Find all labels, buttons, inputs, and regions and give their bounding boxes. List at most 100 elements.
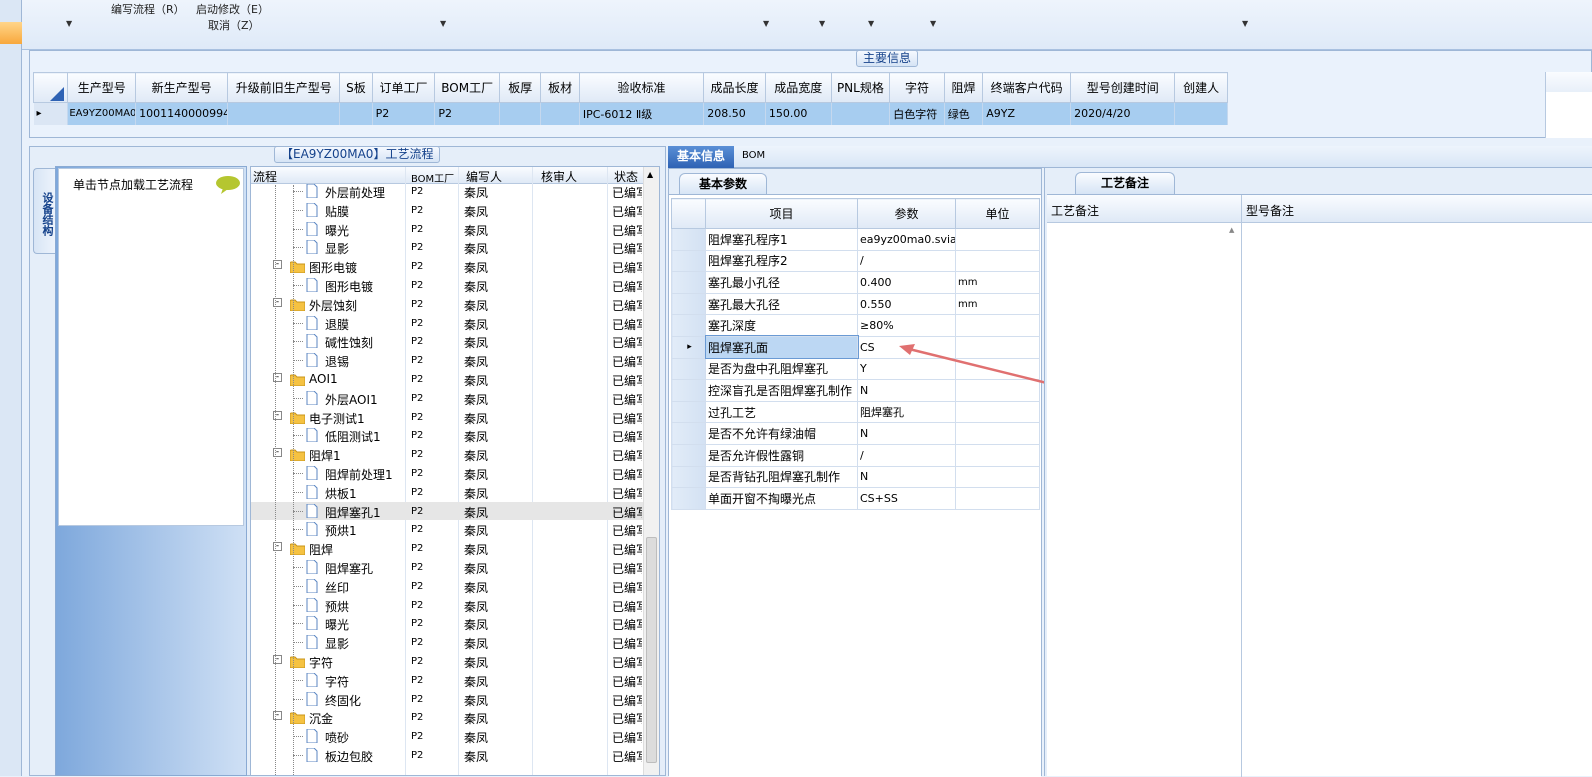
- tree-row[interactable]: -沉金P2秦凤已编写: [251, 708, 643, 727]
- tree-row[interactable]: -阻焊P2秦凤已编写: [251, 539, 643, 558]
- row-header[interactable]: [671, 357, 706, 381]
- col-header[interactable]: 参数: [857, 198, 956, 229]
- col-header[interactable]: 生产型号: [67, 72, 137, 103]
- param-value[interactable]: /: [857, 443, 956, 467]
- param-name[interactable]: 过孔工艺: [705, 400, 858, 424]
- col-header[interactable]: 成品宽度: [764, 72, 832, 103]
- row-header[interactable]: [671, 271, 706, 294]
- table-row[interactable]: 是否允许假性露铜 /: [671, 443, 1040, 467]
- menu-write-process[interactable]: 编写流程（R）: [111, 1, 185, 17]
- tree-row[interactable]: 预烘1 P2 秦凤 已编写: [251, 520, 643, 539]
- tab-device-structure[interactable]: 设备结构: [33, 168, 55, 254]
- tree-row[interactable]: 低阻测试1 P2 秦凤 已编写: [251, 426, 643, 445]
- tree-row[interactable]: 曝光 P2 秦凤 已编写: [251, 220, 643, 239]
- param-name[interactable]: 阻焊塞孔程序2: [705, 249, 858, 273]
- chevron-down-icon[interactable]: ▼: [66, 19, 72, 28]
- speech-bubble-icon[interactable]: [215, 175, 241, 195]
- param-value[interactable]: 0.550: [857, 292, 956, 316]
- param-unit[interactable]: [955, 314, 1040, 337]
- tree-row[interactable]: 阻焊前处理1 P2 秦凤 已编写: [251, 464, 643, 483]
- table-cell[interactable]: [499, 102, 542, 125]
- col-header[interactable]: BOM工厂: [434, 72, 501, 103]
- col-header[interactable]: 板材: [540, 72, 580, 103]
- row-header[interactable]: [671, 422, 706, 445]
- param-name[interactable]: 阻焊塞孔面: [704, 335, 859, 360]
- tree-row[interactable]: 阻焊塞孔 P2 秦凤 已编写: [251, 558, 643, 577]
- table-cell[interactable]: 208.50: [703, 102, 766, 125]
- table-cell[interactable]: 150.00: [765, 102, 832, 125]
- chevron-down-icon[interactable]: ▼: [819, 19, 825, 28]
- table-cell[interactable]: [540, 102, 580, 125]
- param-unit[interactable]: [955, 465, 1040, 489]
- table-cell[interactable]: [227, 102, 341, 125]
- tree-row[interactable]: 终固化 P2 秦凤 已编写: [251, 690, 643, 709]
- table-row[interactable]: ▸ EA9YZ00MA0 10011400009948 P2 P2 IPC-6012 Ⅱ级…: [33, 102, 1228, 125]
- row-header[interactable]: [671, 400, 706, 424]
- scroll-up-icon[interactable]: ▲: [647, 170, 653, 179]
- tree-row[interactable]: 外层前处理 P2 秦凤 已编写: [251, 182, 643, 201]
- scrollbar[interactable]: ▲: [643, 167, 659, 775]
- table-cell[interactable]: P2: [372, 102, 436, 125]
- table-cell[interactable]: [339, 102, 373, 125]
- row-header[interactable]: [671, 228, 706, 251]
- tree-row[interactable]: 曝光 P2 秦凤 已编写: [251, 614, 643, 633]
- table-cell[interactable]: EA9YZ00MA0: [67, 102, 137, 125]
- param-name[interactable]: 阻焊塞孔程序1: [705, 228, 858, 251]
- tab-basic-info[interactable]: 基本信息: [668, 146, 734, 168]
- table-cell[interactable]: P2: [434, 102, 501, 125]
- param-unit[interactable]: [955, 422, 1040, 445]
- row-header[interactable]: [671, 314, 706, 337]
- tree-row[interactable]: 贴膜 P2 秦凤 已编写: [251, 201, 643, 220]
- tab-process-notes[interactable]: 工艺备注: [1075, 172, 1175, 194]
- tree-row[interactable]: 显影 P2 秦凤 已编写: [251, 633, 643, 652]
- menu-cancel[interactable]: 取消（Z）: [208, 17, 260, 33]
- tree-row[interactable]: 图形电镀 P2 秦凤 已编写: [251, 276, 643, 295]
- table-cell[interactable]: [1174, 102, 1228, 125]
- param-unit[interactable]: mm: [955, 292, 1040, 316]
- row-indicator-icon[interactable]: ▸: [33, 102, 69, 125]
- param-name[interactable]: 塞孔最大孔径: [705, 292, 858, 316]
- row-header[interactable]: ▸: [671, 335, 706, 359]
- col-header[interactable]: 终端客户代码: [982, 72, 1072, 103]
- param-unit[interactable]: [955, 487, 1040, 510]
- tree-row[interactable]: -AOI1P2秦凤已编写: [251, 370, 643, 389]
- col-header[interactable]: 板厚: [499, 72, 542, 103]
- tree-row[interactable]: 退膜 P2 秦凤 已编写: [251, 314, 643, 333]
- col-header[interactable]: S板: [339, 72, 373, 103]
- table-cell[interactable]: 白色字符: [889, 102, 945, 125]
- scroll-thumb[interactable]: [646, 537, 657, 763]
- tree-row[interactable]: 丝印 P2 秦凤 已编写: [251, 577, 643, 596]
- row-header[interactable]: [671, 379, 706, 402]
- param-name[interactable]: 控深盲孔是否阻焊塞孔制作: [705, 379, 858, 402]
- table-row[interactable]: 塞孔最大孔径 0.550 mm: [671, 292, 1040, 316]
- table-row[interactable]: 塞孔深度 ≥80%: [671, 314, 1040, 337]
- param-value[interactable]: N: [857, 465, 956, 489]
- tree-row[interactable]: 显影 P2 秦凤 已编写: [251, 238, 643, 257]
- param-name[interactable]: 单面开窗不掏曝光点: [705, 487, 858, 510]
- tree-row[interactable]: 喷砂 P2 秦凤 已编写: [251, 727, 643, 746]
- table-cell[interactable]: [831, 102, 891, 125]
- chevron-down-icon[interactable]: ▼: [868, 19, 874, 28]
- table-cell[interactable]: 绿色: [944, 102, 984, 125]
- tree-row[interactable]: 板边包胶 P2 秦凤 已编写: [251, 746, 643, 765]
- param-value[interactable]: /: [857, 249, 956, 273]
- menu-start-modify[interactable]: 启动修改（E）: [196, 1, 269, 17]
- table-cell[interactable]: 10011400009948: [135, 102, 229, 125]
- table-row[interactable]: 阻焊塞孔程序1 ea9yz00ma0.svia: [671, 228, 1040, 251]
- tab-basic-params[interactable]: 基本参数: [679, 173, 767, 195]
- tree-row[interactable]: 字符 P2 秦凤 已编写: [251, 671, 643, 690]
- table-row[interactable]: 塞孔最小孔径 0.400 mm: [671, 271, 1040, 294]
- col-header[interactable]: 字符: [889, 72, 945, 103]
- param-unit[interactable]: mm: [955, 271, 1040, 294]
- process-notes-input[interactable]: [1048, 224, 1240, 776]
- col-header[interactable]: 验收标准: [578, 72, 705, 103]
- param-value[interactable]: ea9yz00ma0.svia: [857, 228, 956, 251]
- col-header[interactable]: 订单工厂: [371, 72, 436, 103]
- table-row[interactable]: 阻焊塞孔程序2/: [671, 249, 1040, 273]
- active-marker[interactable]: [0, 22, 22, 44]
- table-row[interactable]: 是否背钻孔阻焊塞孔制作 N: [671, 465, 1040, 489]
- tree-row[interactable]: 烘板1 P2 秦凤 已编写: [251, 483, 643, 502]
- param-name[interactable]: 是否背钻孔阻焊塞孔制作: [705, 465, 858, 489]
- param-value[interactable]: 阻焊塞孔: [857, 400, 956, 424]
- param-name[interactable]: 是否不允许有绿油帽: [705, 422, 858, 445]
